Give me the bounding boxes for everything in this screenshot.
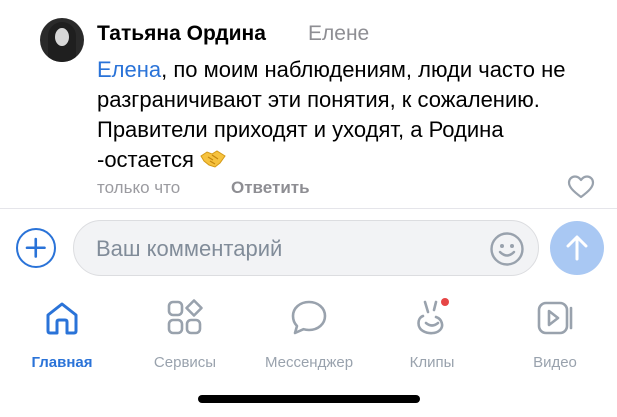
tab-services[interactable]: Сервисы: [125, 294, 245, 374]
services-icon: [167, 299, 203, 335]
tab-messenger-label: Мессенджер: [264, 354, 354, 371]
home-icon: [46, 302, 78, 335]
notification-badge: [441, 298, 449, 306]
comment-reply-to[interactable]: Елене: [308, 22, 369, 46]
comment-author[interactable]: Татьяна Ордина: [97, 22, 266, 46]
comment-body: , по моим наблюдениям, люди часто не раз…: [97, 57, 566, 172]
tab-clips[interactable]: Клипы: [372, 294, 492, 374]
emoji-smile-icon[interactable]: [489, 231, 525, 267]
clips-icon: [417, 298, 449, 335]
comment-input[interactable]: [94, 233, 478, 265]
plus-icon: [25, 237, 46, 258]
tab-video-label: Видео: [533, 354, 577, 371]
add-attachment-button[interactable]: [16, 228, 56, 268]
handshake-icon: [200, 148, 226, 170]
messenger-icon: [291, 300, 327, 335]
comment-composer: [0, 209, 617, 284]
comment-text: Елена, по моим наблюдениям, люди часто н…: [97, 55, 602, 175]
tab-home[interactable]: Главная: [2, 294, 122, 374]
comment: Татьяна Ордина Елене Елена, по моим набл…: [0, 0, 617, 208]
like-heart-icon[interactable]: [567, 174, 595, 200]
reply-button[interactable]: Ответить: [231, 178, 310, 198]
tab-home-label: Главная: [31, 354, 93, 371]
comment-time: только что: [97, 178, 181, 197]
home-indicator[interactable]: [198, 395, 420, 403]
video-icon: [537, 301, 573, 335]
tab-services-label: Сервисы: [153, 354, 217, 371]
comment-input-wrapper[interactable]: [73, 220, 539, 276]
avatar[interactable]: [40, 18, 84, 62]
tab-messenger[interactable]: Мессенджер: [249, 294, 369, 374]
tab-video[interactable]: Видео: [495, 294, 615, 374]
send-button[interactable]: [550, 221, 604, 275]
avatar-face: [55, 28, 69, 46]
arrow-up-icon: [566, 235, 588, 261]
tab-clips-label: Клипы: [409, 354, 455, 371]
mention-link[interactable]: Елена: [97, 57, 161, 82]
